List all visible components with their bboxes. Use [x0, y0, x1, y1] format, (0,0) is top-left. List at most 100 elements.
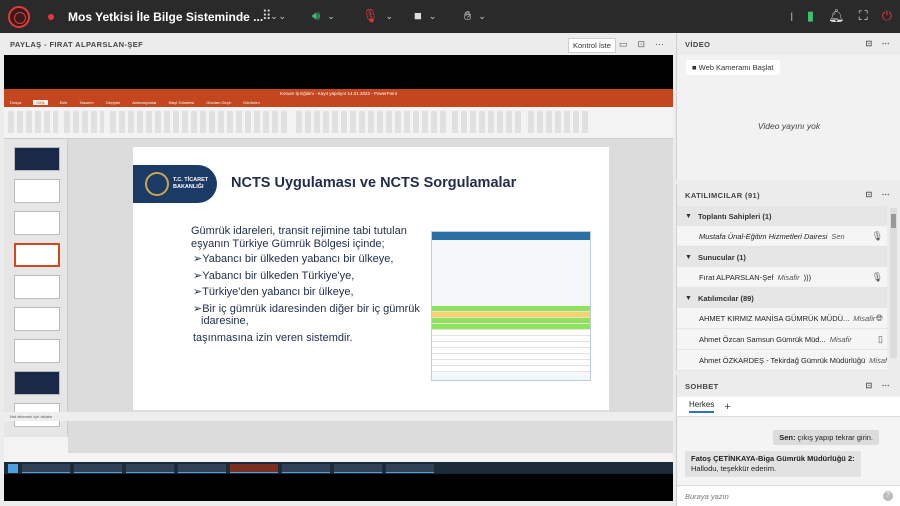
taskbar-item[interactable]: [22, 463, 70, 473]
speaker-icon: 🔊︎: [312, 8, 321, 23]
taskbar-item[interactable]: [334, 463, 382, 473]
more-options-icon[interactable]: ⋯: [882, 39, 890, 48]
start-button[interactable]: [8, 463, 18, 473]
microphone-button[interactable]: 🎙︎ ⌄: [362, 9, 393, 23]
top-bar: Mos Yetkisi İle Bilge Sisteminde ... ⌄ ⠿…: [0, 0, 900, 33]
slide-bullet: ➢Yabancı bir ülkeden yabancı bir ülkeye,: [193, 253, 394, 265]
attendee-role: Misafir: [869, 355, 887, 365]
chevron-down-icon: ⌄: [327, 10, 335, 21]
ppt-tab[interactable]: Dosya: [10, 100, 21, 105]
help-icon[interactable]: ?: [883, 491, 893, 501]
chevron-down-icon: ▼: [685, 212, 692, 220]
slide-thumbnail-selected[interactable]: [14, 243, 60, 267]
start-webcam-button[interactable]: ■ Web Kameramı Başlat: [686, 60, 780, 75]
hosts-section-header[interactable]: ▼ Toplantı Sahipleri (1): [677, 206, 887, 226]
speaking-icon: ))): [803, 272, 812, 282]
ppt-tab[interactable]: Slayt Gösterisi: [169, 100, 195, 105]
slide-thumbnail[interactable]: [14, 339, 60, 363]
attendees-pod: KATILIMCILAR (91) ⊡ ⋯ ▼ Toplantı Sahiple…: [676, 184, 900, 371]
attendee-row[interactable]: Ahmet Özcan Samsun Gümrük Müd... Misafir…: [677, 329, 887, 350]
slide-thumbnails: [4, 139, 68, 437]
attendee-role: Misafir: [853, 313, 876, 323]
slide-thumbnail[interactable]: [14, 147, 60, 171]
slide-thumbnail[interactable]: [14, 179, 60, 203]
add-chat-tab-icon[interactable]: +: [724, 401, 730, 413]
apps-menu-button[interactable]: ⠿ ⌄: [262, 9, 286, 23]
meeting-title[interactable]: Mos Yetkisi İle Bilge Sisteminde ...: [68, 10, 263, 24]
slide-thumbnail[interactable]: [14, 211, 60, 235]
attendee-row[interactable]: Ahmet ÖZKARDEŞ - Tekirdağ Gümrük Müdürlü…: [677, 350, 887, 371]
notification-icon[interactable]: 🔔︎: [828, 8, 845, 24]
taskbar-item[interactable]: [282, 463, 330, 473]
fullscreen-icon[interactable]: ⛶: [859, 8, 868, 24]
more-options-icon[interactable]: ⋯: [882, 381, 890, 390]
ministry-banner: T.C. TİCARET BAKANLIĞI: [133, 165, 217, 203]
chat-pod: SOHBET ⊡ ⋯ Herkes + Sen: çıkış yapıp tek…: [676, 375, 900, 506]
ppt-ribbon-tabs: Dosya Giriş Ekle Tasarım Geçişler Animas…: [4, 98, 673, 107]
divider-icon: |: [790, 11, 793, 21]
chevron-down-icon: ⌄: [385, 10, 394, 21]
taskbar-item[interactable]: [74, 463, 122, 473]
ppt-status-bar: [4, 453, 673, 462]
ppt-tab[interactable]: Görünüm: [243, 100, 260, 105]
attendee-row[interactable]: Fırat ALPARSLAN-Şef Misafir ))) 🎙︎: [677, 267, 887, 288]
ncts-screenshot-image: [431, 231, 591, 381]
slide-bullet: ➢Türkiye'den yabancı bir ülkeye,: [193, 286, 354, 298]
mic-icon: 🎙︎: [871, 272, 883, 282]
maximize-icon[interactable]: ⊡: [865, 381, 872, 390]
current-slide[interactable]: T.C. TİCARET BAKANLIĞI NCTS Uygulaması v…: [133, 147, 609, 410]
taskbar-item-active[interactable]: [230, 463, 278, 473]
camera-button[interactable]: ■ ⌄: [414, 9, 436, 23]
ppt-tab[interactable]: Animasyonlar: [132, 100, 156, 105]
chevron-down-icon: ▼: [685, 253, 692, 261]
signal-icon[interactable]: ▮: [807, 8, 814, 24]
taskbar-item[interactable]: [386, 463, 434, 473]
ppt-tab[interactable]: Geçişler: [106, 100, 121, 105]
request-control-button[interactable]: Kontrol İste: [568, 38, 616, 53]
slide-title: NCTS Uygulaması ve NCTS Sorgulamalar: [231, 175, 517, 191]
slide-thumbnail[interactable]: [14, 307, 60, 331]
camera-icon: ■: [414, 8, 422, 23]
more-options-icon[interactable]: ⋯: [655, 39, 664, 50]
chat-sender: Fatoş ÇETİNKAYA-Biga Gümrük Müdürlüğü 2:: [691, 454, 855, 463]
attendee-scrollbar[interactable]: [890, 208, 897, 358]
attendee-row[interactable]: Mustafa Ünal-Eğitim Hizmetleri Dairesi S…: [677, 226, 887, 247]
maximize-icon[interactable]: ⊡: [865, 190, 872, 199]
chat-message: Fatoş ÇETİNKAYA-Biga Gümrük Müdürlüğü 2:…: [685, 451, 861, 477]
ppt-tab[interactable]: Ekle: [60, 100, 68, 105]
participants-section-header[interactable]: ▼ Katılımcılar (89): [677, 288, 887, 308]
attendee-list: ▼ Toplantı Sahipleri (1) Mustafa Ünal-Eğ…: [677, 206, 887, 371]
taskbar-item[interactable]: [126, 463, 174, 473]
slide-editor: T.C. TİCARET BAKANLIĞI NCTS Uygulaması v…: [4, 139, 673, 461]
hosts-header-label: Toplantı Sahipleri (1): [697, 211, 772, 221]
banner-text: T.C. TİCARET BAKANLIĞI: [173, 177, 209, 190]
maximize-icon[interactable]: ⊡: [865, 39, 872, 48]
slide-intro: Gümrük idareleri, transit rejimine tabi …: [191, 225, 407, 250]
attendee-row[interactable]: AHMET KIRMIZ MANİSA GÜMRÜK MÜDÜ... Misaf…: [677, 308, 887, 329]
power-icon[interactable]: ⏻: [882, 8, 892, 24]
chat-message-mine: Sen: çıkış yapıp tekrar girin.: [773, 430, 879, 445]
taskbar-item[interactable]: [178, 463, 226, 473]
ppt-tab-active[interactable]: Giriş: [33, 100, 48, 105]
ppt-tab[interactable]: Gözden Geçir: [206, 100, 231, 105]
speaker-button[interactable]: 🔊︎ ⌄: [312, 9, 335, 23]
slide-body: Gümrük idareleri, transit rejimine tabi …: [191, 225, 433, 344]
chat-input-placeholder: Buraya yazın: [685, 491, 729, 501]
attendee-name: Ahmet Özcan Samsun Gümrük Müd...: [699, 334, 826, 344]
raise-hand-icon: ✋︎: [464, 8, 472, 23]
maximize-icon[interactable]: ⊡: [637, 39, 645, 50]
fit-screen-icon[interactable]: ▭: [619, 39, 628, 50]
presenters-section-header[interactable]: ▼ Sunucular (1): [677, 247, 887, 267]
notes-pane[interactable]: Not eklemek için tıklatın: [4, 412, 673, 421]
more-options-icon[interactable]: ⋯: [882, 190, 890, 199]
start-webcam-label: Web Kameramı Başlat: [698, 63, 774, 72]
share-pod: PAYLAŞ - FIRAT ALPARSLAN-ŞEF Kontrol İst…: [0, 33, 676, 506]
chat-input[interactable]: Buraya yazın ?: [677, 485, 900, 506]
chevron-down-icon: ⌄: [478, 10, 486, 21]
raise-hand-button[interactable]: ✋︎ ⌄: [464, 9, 486, 23]
attendee-name: Ahmet ÖZKARDEŞ - Tekirdağ Gümrük Müdürlü…: [699, 355, 866, 365]
chat-tab-everyone[interactable]: Herkes: [689, 400, 715, 413]
slide-thumbnail[interactable]: [14, 371, 60, 395]
ppt-tab[interactable]: Tasarım: [79, 100, 93, 105]
slide-thumbnail[interactable]: [14, 275, 60, 299]
